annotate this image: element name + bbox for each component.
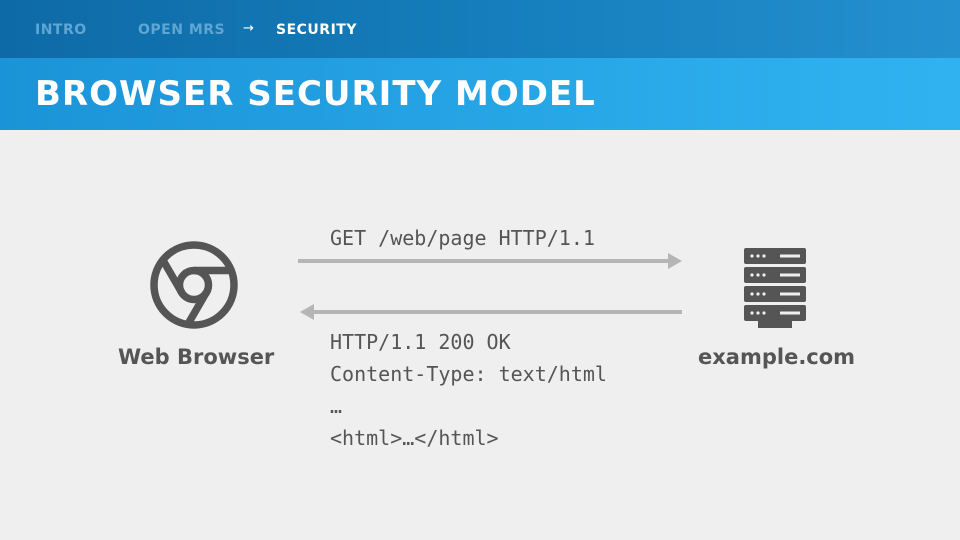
request-arrow (298, 253, 682, 269)
response-status-line: HTTP/1.1 200 OK (330, 330, 511, 354)
server-label: example.com (698, 345, 856, 369)
page-title: BROWSER SECURITY MODEL (35, 74, 596, 114)
response-header-line: Content-Type: text/html (330, 362, 607, 386)
breadcrumb-open-mrs[interactable]: OPEN MRS (138, 21, 225, 39)
response-body-line: <html>…</html> (330, 426, 499, 450)
title-bar: BROWSER SECURITY MODEL (0, 58, 960, 130)
top-navigation-bar: INTRO OPEN MRS → SECURITY (0, 0, 960, 58)
chrome-browser-icon (150, 241, 238, 329)
breadcrumb-security[interactable]: SECURITY (276, 21, 357, 39)
client-label: Web Browser (118, 345, 275, 369)
server-rack-icon (744, 248, 806, 328)
breadcrumb-intro[interactable]: INTRO (35, 21, 87, 39)
response-arrow (300, 304, 682, 320)
request-line: GET /web/page HTTP/1.1 (330, 226, 595, 250)
breadcrumb-arrow-icon: → (243, 21, 254, 36)
response-ellipsis-line: … (330, 394, 343, 418)
